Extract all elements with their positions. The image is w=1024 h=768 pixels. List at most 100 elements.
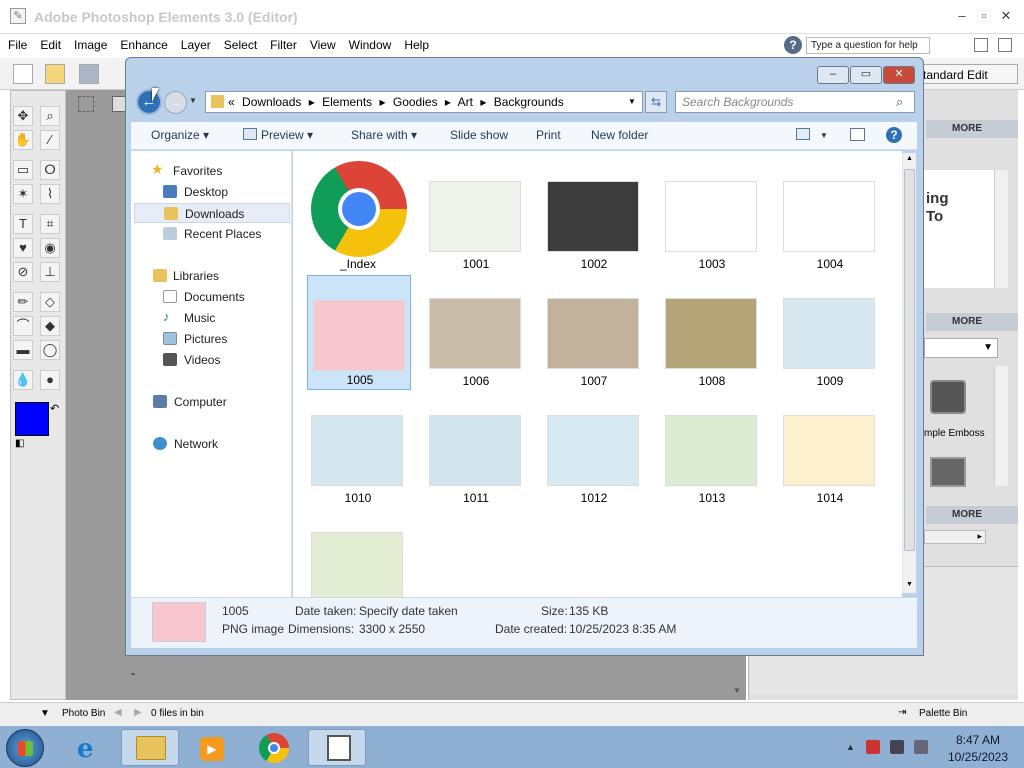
pencil-tool-icon[interactable]: ✏ [13, 292, 33, 312]
scroll-thumb[interactable] [904, 169, 915, 551]
refresh-icon[interactable]: ⇆ [645, 91, 667, 113]
photo-bin-toggle-icon[interactable]: ▼ [40, 708, 50, 719]
lasso-tool-icon[interactable]: ⵔ [40, 160, 60, 180]
cookie-cutter-tool-icon[interactable]: ♥ [13, 238, 33, 258]
nav-videos[interactable]: Videos [131, 350, 292, 370]
clock-date[interactable]: 10/25/2023 [938, 750, 1018, 764]
menu-edit[interactable]: Edit [32, 34, 66, 52]
breadcrumb-separator-1[interactable]: ▸ [309, 95, 315, 109]
palette-bin-toggle-icon[interactable]: ⇥ [898, 707, 906, 718]
menu-window[interactable]: Window [341, 34, 397, 52]
show-hidden-icons[interactable]: ▲ [846, 742, 855, 752]
nav-documents[interactable]: Documents [131, 287, 292, 307]
help-icon[interactable]: ? [886, 127, 902, 143]
more-button-3[interactable]: MORE [926, 506, 1018, 524]
file-item-1008[interactable]: 1008 [653, 270, 771, 388]
menu-image[interactable]: Image [66, 34, 112, 52]
dialog-close-button[interactable]: ✕ [883, 66, 915, 84]
maximize-icon[interactable]: ▫ [976, 8, 992, 24]
open-folder-icon[interactable] [45, 64, 65, 84]
breadcrumb-downloads[interactable]: Downloads [242, 95, 301, 109]
menu-layer[interactable]: Layer [173, 34, 216, 52]
bin-previous-icon[interactable]: ◀ [114, 707, 122, 718]
breadcrumb-backgrounds[interactable]: Backgrounds [494, 95, 564, 109]
menu-select[interactable]: Select [216, 34, 262, 52]
new-file-icon[interactable] [13, 64, 33, 84]
volume-icon[interactable] [914, 740, 928, 754]
network-tray-icon[interactable] [890, 740, 904, 754]
file-item-1012[interactable]: 1012 [535, 387, 653, 505]
menu-enhance[interactable]: Enhance [112, 34, 172, 52]
preview-button[interactable]: Preview ▾ [261, 128, 313, 142]
nav-downloads[interactable]: Downloads [134, 203, 290, 223]
simple-emboss-swatch[interactable] [930, 380, 966, 414]
detail-date-taken[interactable]: Specify date taken [359, 604, 458, 618]
layers-slider[interactable]: ▸ [924, 530, 986, 544]
hand-tool-icon[interactable]: ✋ [13, 130, 33, 150]
nav-music[interactable]: ♪ Music [131, 308, 292, 328]
change-view-icon[interactable] [796, 128, 810, 140]
view-dropdown-icon[interactable]: ▼ [820, 131, 828, 140]
eyedropper-tool-icon[interactable]: ⁄ [40, 130, 60, 150]
selection-brush-tool-icon[interactable]: ⌇ [40, 184, 60, 204]
nav-favorites[interactable]: ★ Favorites [131, 161, 292, 181]
menu-help[interactable]: Help [396, 34, 434, 52]
start-button[interactable] [6, 729, 44, 767]
zoom-tool-icon[interactable]: ⌕ [40, 106, 60, 126]
breadcrumb-separator-2[interactable]: ▸ [380, 95, 386, 109]
standard-edit-button[interactable]: tandard Edit [918, 64, 1018, 84]
healing-brush-tool-icon[interactable]: ⊘ [13, 262, 33, 282]
taskbar-photoshop-elements[interactable] [308, 729, 366, 766]
eraser-tool-icon[interactable]: ◇ [40, 292, 60, 312]
recent-pages-dropdown-icon[interactable]: ▼ [189, 96, 197, 105]
gradient-tool-icon[interactable]: ▬ [13, 340, 33, 360]
clone-stamp-tool-icon[interactable]: ⊥ [40, 262, 60, 282]
scroll-down-icon[interactable]: ▼ [906, 581, 913, 588]
scroll-up-icon[interactable]: ▲ [906, 155, 913, 162]
nav-desktop[interactable]: Desktop [131, 182, 292, 202]
style-swatch-2[interactable] [930, 457, 966, 487]
scroll-down-arrow-icon[interactable]: ▼ [733, 686, 741, 695]
layout-icon[interactable] [974, 38, 988, 52]
palette-icon[interactable] [998, 38, 1012, 52]
breadcrumb-elements[interactable]: Elements [322, 95, 372, 109]
breadcrumb-art[interactable]: Art [458, 95, 473, 109]
file-item-1014[interactable]: 1014 [771, 387, 889, 505]
file-item-1004[interactable]: 1004 [771, 153, 889, 271]
organize-button[interactable]: Organize ▾ [151, 128, 209, 142]
paint-bucket-tool-icon[interactable]: ◆ [40, 316, 60, 336]
taskbar-media-player[interactable]: ▶ [182, 729, 240, 766]
file-item-1003[interactable]: 1003 [653, 153, 771, 271]
clock-time[interactable]: 8:47 AM [938, 733, 1018, 747]
address-dropdown-icon[interactable]: ▼ [628, 97, 636, 106]
bin-next-icon[interactable]: ▶ [134, 707, 142, 718]
address-bar[interactable]: « Downloads ▸ Elements ▸ Goodies ▸ Art ▸… [205, 91, 643, 113]
nav-pictures[interactable]: Pictures [131, 329, 292, 349]
dialog-maximize-button[interactable]: ▭ [850, 66, 882, 84]
nav-network[interactable]: Network [131, 434, 292, 454]
help-icon[interactable]: ? [784, 36, 802, 54]
more-button-2[interactable]: MORE [926, 313, 1018, 331]
file-item-partial[interactable] [299, 504, 417, 597]
file-item-1001[interactable]: 1001 [417, 153, 535, 271]
menu-filter[interactable]: Filter [262, 34, 302, 52]
menu-view[interactable]: View [302, 34, 341, 52]
breadcrumb-separator-4[interactable]: ▸ [480, 95, 486, 109]
blur-tool-icon[interactable]: 💧 [13, 370, 33, 390]
dialog-minimize-button[interactable]: – [817, 66, 849, 84]
breadcrumb-overflow[interactable]: « [228, 95, 235, 109]
foreground-color-swatch[interactable] [15, 402, 49, 436]
magic-wand-tool-icon[interactable]: ✶ [13, 184, 33, 204]
taskbar-chrome[interactable] [245, 729, 303, 766]
how-to-scrollbar[interactable] [994, 170, 1008, 288]
shape-tool-icon[interactable]: ◯ [40, 340, 60, 360]
styles-scrollbar[interactable] [994, 366, 1008, 486]
new-folder-button[interactable]: New folder [591, 128, 648, 142]
move-tool-icon[interactable]: ✥ [13, 106, 33, 126]
forward-arrow-icon[interactable]: → [164, 91, 187, 114]
save-icon[interactable] [79, 64, 99, 84]
file-list-scrollbar[interactable]: ▲ ▼ [902, 153, 916, 593]
file-item-1011[interactable]: 1011 [417, 387, 535, 505]
file-item-1007[interactable]: 1007 [535, 270, 653, 388]
action-center-icon[interactable] [866, 740, 880, 754]
